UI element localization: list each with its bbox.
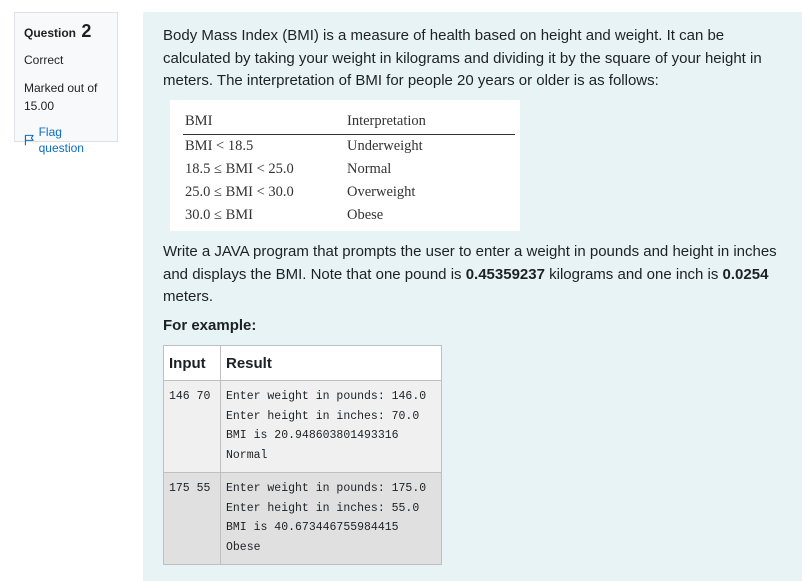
example-table: Input Result 146 70 Enter weight in poun… bbox=[163, 345, 442, 565]
grade-label: Marked out of bbox=[24, 81, 98, 95]
question-instructions: Write a JAVA program that prompts the us… bbox=[163, 241, 783, 309]
input-header: Input bbox=[163, 345, 221, 381]
bmi-interpretation: Underweight bbox=[347, 138, 423, 154]
flag-icon bbox=[24, 134, 34, 146]
example-input: 175 55 bbox=[163, 472, 221, 565]
question-info-box: Question 2 Correct Marked out of 15.00 F… bbox=[14, 12, 118, 155]
result-header: Result bbox=[220, 345, 442, 381]
for-example-heading: For example: bbox=[163, 317, 257, 334]
question-grade: Marked out of 15.00 bbox=[24, 79, 108, 115]
example-result: Enter weight in pounds: 146.0 Enter heig… bbox=[220, 380, 442, 473]
example-result: Enter weight in pounds: 175.0 Enter heig… bbox=[220, 472, 442, 565]
bmi-row: 25.0 ≤ BMI < 30.0 Overweight bbox=[183, 181, 515, 204]
bmi-range: BMI < 18.5 bbox=[185, 138, 254, 154]
instructions-text-c: meters. bbox=[163, 288, 214, 305]
interpretation-header: Interpretation bbox=[345, 110, 515, 135]
pound-conversion: 0.45359237 bbox=[465, 265, 545, 283]
question-number-value: 2 bbox=[81, 21, 92, 41]
bmi-range: 18.5 ≤ BMI < 25.0 bbox=[185, 161, 294, 177]
bmi-interpretation: Obese bbox=[347, 207, 384, 223]
example-row: 175 55 Enter weight in pounds: 175.0 Ent… bbox=[163, 472, 442, 565]
bmi-row: 30.0 ≤ BMI Obese bbox=[183, 204, 515, 227]
grade-value: 15.00 bbox=[24, 99, 55, 113]
example-input: 146 70 bbox=[163, 380, 221, 473]
flag-question-link[interactable]: Flag question bbox=[24, 124, 108, 156]
bmi-range: 25.0 ≤ BMI < 30.0 bbox=[185, 184, 294, 200]
bmi-row: 18.5 ≤ BMI < 25.0 Normal bbox=[183, 158, 515, 181]
example-row: 146 70 Enter weight in pounds: 146.0 Ent… bbox=[163, 380, 442, 473]
bmi-interpretation: Overweight bbox=[347, 184, 416, 200]
question-text: Body Mass Index (BMI) is a measure of he… bbox=[163, 25, 783, 93]
bmi-row: BMI < 18.5 Underweight bbox=[183, 135, 515, 159]
bmi-table-image: BMI Interpretation BMI < 18.5 Underweigh… bbox=[170, 100, 520, 231]
instructions-text-b: kilograms and one inch is bbox=[544, 265, 723, 283]
flag-question-label: Flag question bbox=[38, 125, 84, 155]
question-state: Correct bbox=[24, 53, 64, 67]
bmi-table: BMI Interpretation BMI < 18.5 Underweigh… bbox=[183, 110, 515, 227]
question-label: Question bbox=[24, 26, 77, 40]
question-intro: Body Mass Index (BMI) is a measure of he… bbox=[163, 27, 762, 89]
bmi-header: BMI bbox=[183, 110, 345, 135]
question-content: Body Mass Index (BMI) is a measure of he… bbox=[143, 12, 802, 581]
bmi-interpretation: Normal bbox=[347, 161, 392, 177]
bmi-range: 30.0 ≤ BMI bbox=[185, 207, 253, 223]
question-number: Question 2 bbox=[24, 22, 108, 42]
inch-conversion: 0.0254 bbox=[722, 265, 769, 283]
